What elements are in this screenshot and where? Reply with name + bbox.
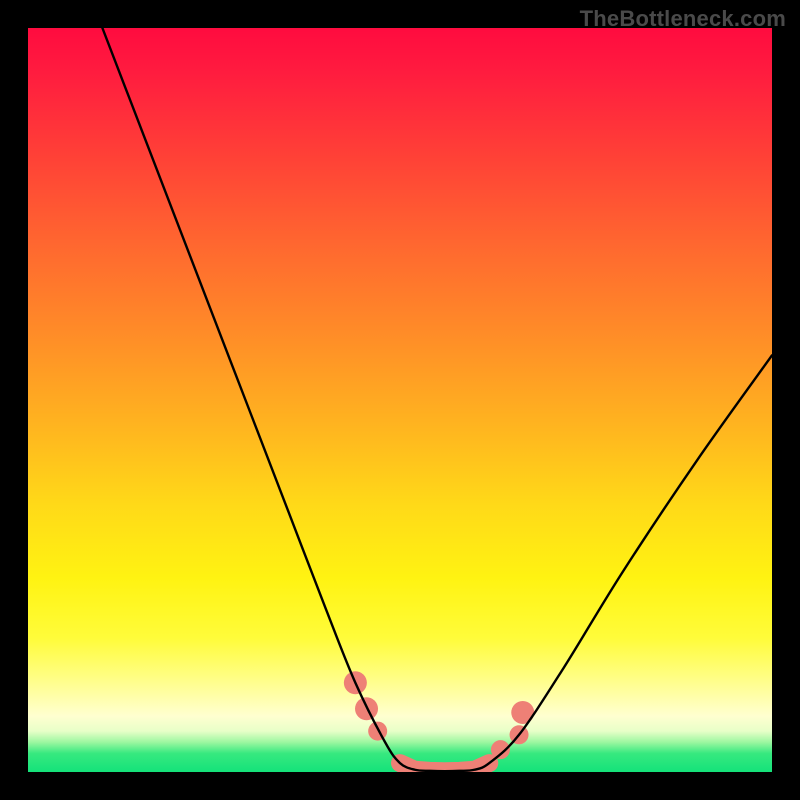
chart-frame: TheBottleneck.com — [0, 0, 800, 800]
marker-group — [344, 671, 534, 772]
marker-dot — [511, 701, 534, 724]
curve-svg — [28, 28, 772, 772]
bottleneck-curve — [102, 28, 772, 771]
watermark-text: TheBottleneck.com — [580, 6, 786, 32]
plot-area — [28, 28, 772, 772]
